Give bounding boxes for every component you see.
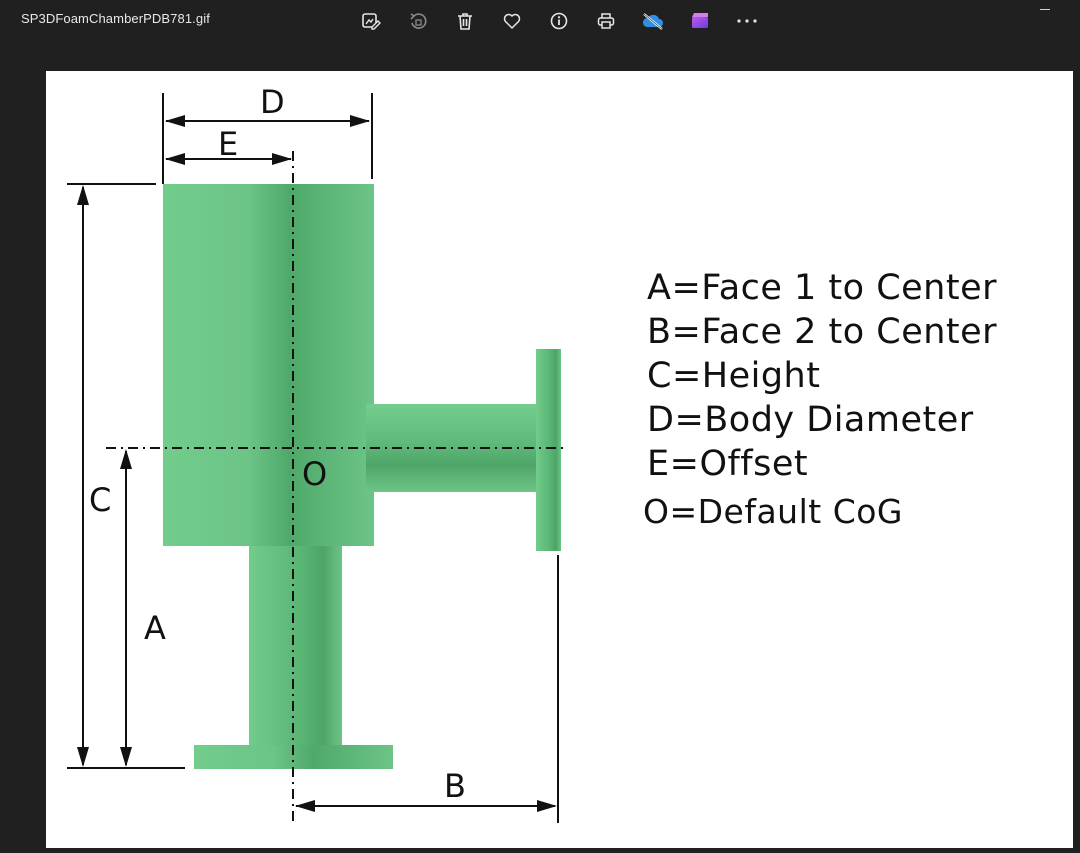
legend-line-c: C=Height — [647, 356, 821, 396]
delete-button[interactable] — [450, 6, 480, 36]
info-button[interactable] — [544, 6, 574, 36]
more-button[interactable] — [732, 6, 762, 36]
dimension-legend: A=Face 1 to Center B=Face 2 to Center C=… — [643, 266, 998, 534]
legend-line-b: B=Face 2 to Center — [647, 312, 998, 352]
file-name: SP3DFoamChamberPDB781.gif — [21, 11, 210, 26]
e-arrow-right — [272, 153, 292, 165]
d-arrow-right — [350, 115, 370, 127]
label-o: O — [302, 455, 327, 493]
print-button[interactable] — [591, 6, 621, 36]
b-arrow-right — [537, 800, 557, 812]
e-arrow-left — [165, 153, 185, 165]
toolbar — [356, 6, 779, 36]
c-arrow-top — [77, 185, 89, 205]
label-b: B — [444, 767, 466, 805]
bottom-stem — [249, 546, 342, 745]
c-arrow-bottom — [77, 747, 89, 767]
legend-line-a: A=Face 1 to Center — [647, 268, 997, 308]
clipchamp-button[interactable] — [685, 6, 715, 36]
label-d: D — [260, 83, 285, 121]
a-arrow-bottom — [120, 747, 132, 767]
heart-icon — [503, 13, 521, 30]
more-icon — [737, 19, 757, 23]
info-icon — [550, 12, 568, 30]
title-bar: SP3DFoamChamberPDB781.gif — [0, 0, 1080, 42]
a-arrow-top — [120, 449, 132, 469]
legend-line-o: O=Default CoG — [643, 492, 903, 531]
trash-icon — [458, 13, 472, 30]
cloud-off-icon — [642, 13, 663, 30]
main-body — [163, 184, 374, 546]
favorite-button[interactable] — [497, 6, 527, 36]
image-viewer: D E C A B O A=Face 1 to Center B=Face 2 … — [46, 71, 1073, 848]
rotate-icon — [410, 13, 427, 29]
d-arrow-left — [165, 115, 185, 127]
edit-image-button[interactable] — [356, 6, 386, 36]
onedrive-sync-button[interactable] — [638, 6, 668, 36]
edit-image-icon — [362, 13, 381, 30]
print-icon — [597, 13, 615, 29]
b-arrow-left — [295, 800, 315, 812]
rotate-button[interactable] — [403, 6, 433, 36]
clipchamp-icon — [692, 13, 708, 28]
label-e: E — [218, 125, 238, 163]
legend-line-d: D=Body Diameter — [647, 400, 974, 440]
legend-line-e: E=Offset — [647, 444, 809, 484]
minimize-button[interactable] — [1038, 0, 1052, 14]
label-a: A — [144, 609, 166, 647]
label-c: C — [89, 481, 111, 519]
side-flange — [536, 349, 561, 551]
